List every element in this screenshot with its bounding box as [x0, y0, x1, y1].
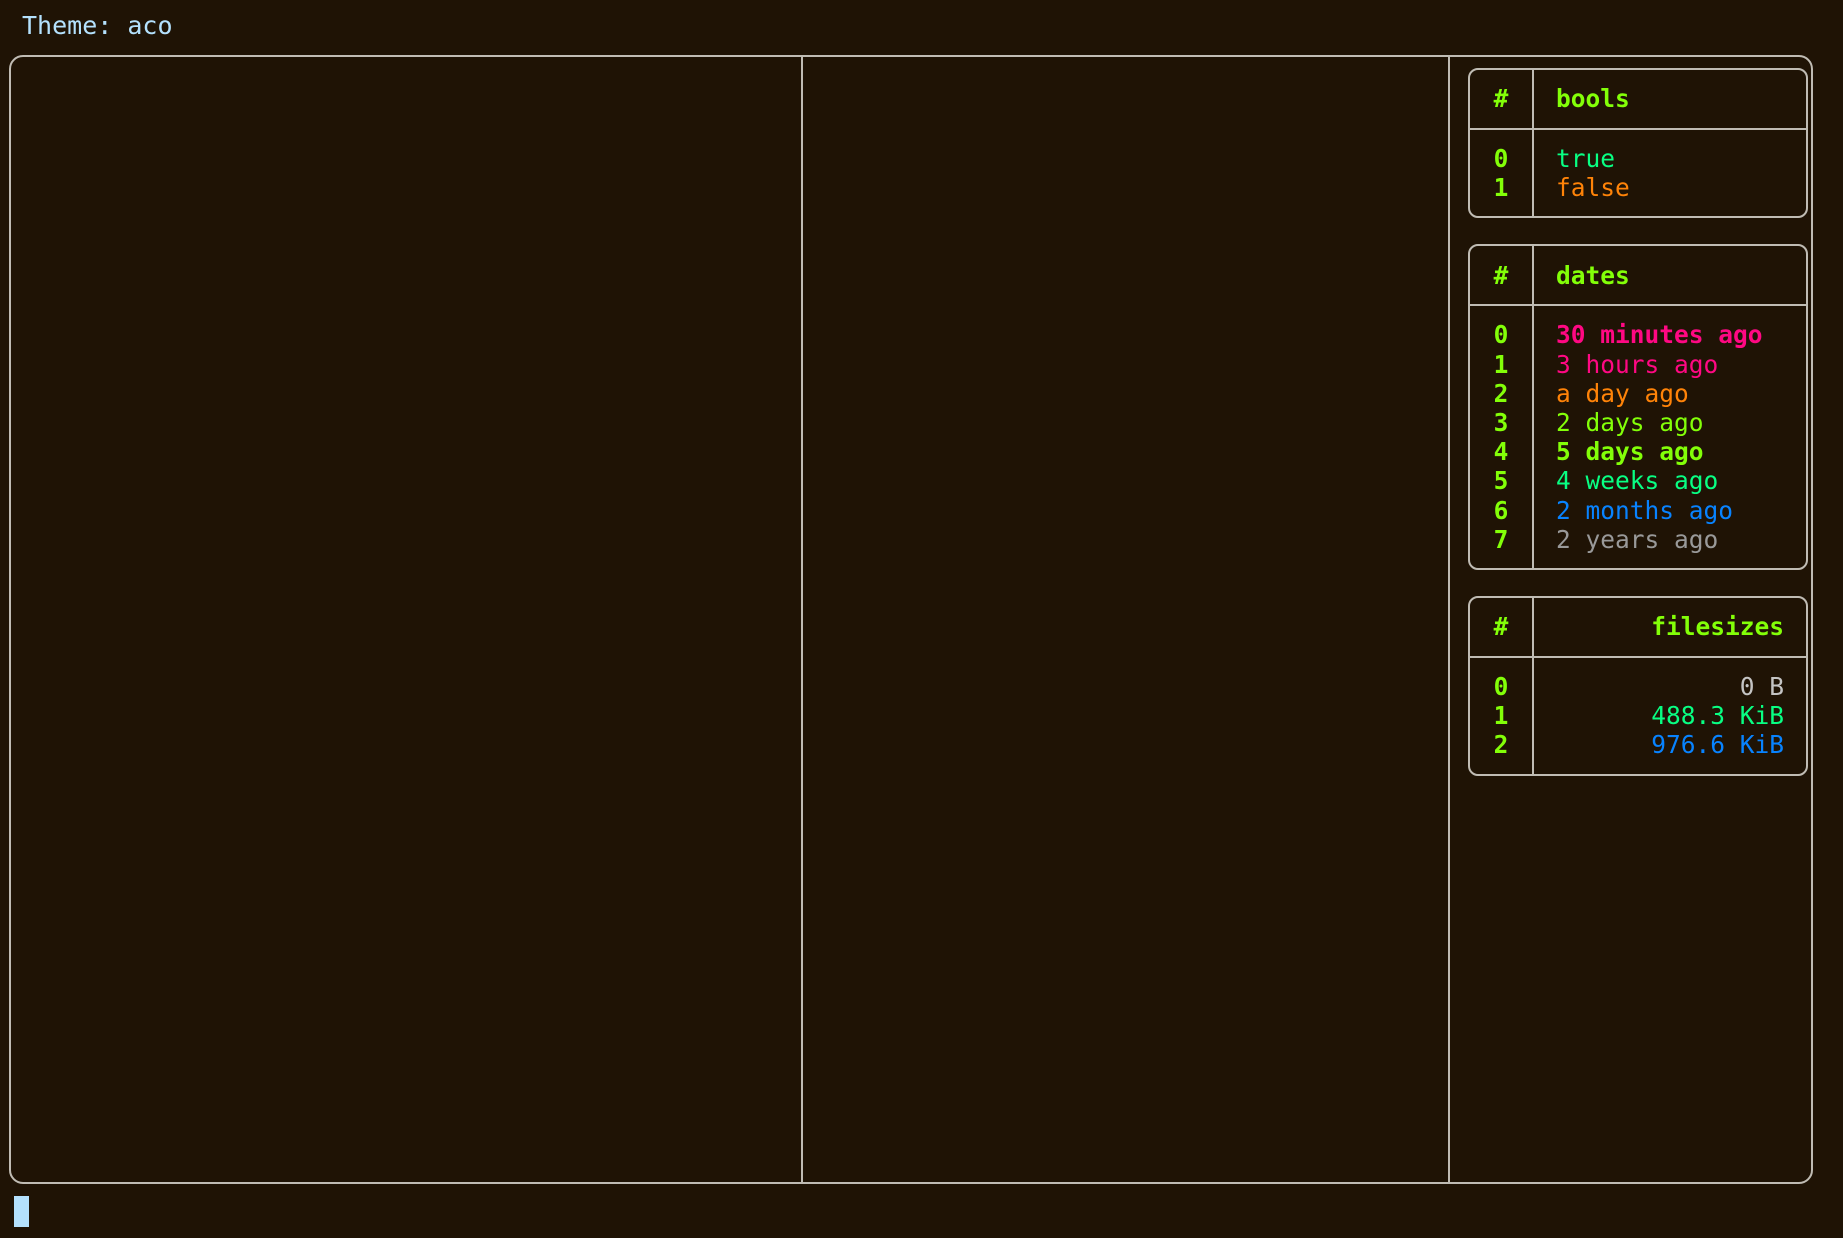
- row-value: 976.6 KiB: [1651, 730, 1784, 760]
- table-row: 5 4 weeks ago: [1470, 466, 1806, 496]
- table-row: 3 2 days ago: [1470, 408, 1806, 438]
- table-row: 0 true: [1470, 129, 1806, 174]
- table-header-row: # bools: [1470, 70, 1806, 130]
- row-value: false: [1556, 173, 1630, 203]
- column-header: dates: [1533, 246, 1806, 307]
- row-index: 6: [1470, 495, 1534, 525]
- types-column: [818, 68, 1428, 156]
- row-index: 1: [1470, 701, 1534, 731]
- column-separator-right: [1448, 57, 1450, 1182]
- table-row: 1 488.3 KiB: [1470, 701, 1806, 731]
- row-index: 2: [1470, 378, 1534, 409]
- row-value: 2 years ago: [1556, 524, 1719, 554]
- row-value: a day ago: [1556, 378, 1689, 408]
- column-header: #: [1470, 246, 1534, 307]
- column-header: filesizes: [1533, 598, 1806, 659]
- table-row: 6 2 months ago: [1470, 495, 1806, 525]
- row-value: 2 days ago: [1556, 408, 1704, 438]
- column-header: bools: [1533, 70, 1806, 130]
- row-index: 0: [1470, 305, 1534, 350]
- row-value: 4 weeks ago: [1556, 466, 1719, 496]
- table-row: 7 2 years ago: [1470, 524, 1806, 569]
- terminal-screen: Theme: aco # bools 0 true 1 false # dates 0 30 mi…: [0, 0, 1843, 1238]
- table-header-row: # dates: [1470, 246, 1806, 307]
- table-header-row: # filesizes: [1470, 598, 1806, 659]
- row-value: true: [1556, 144, 1616, 173]
- table-row: 2 a day ago: [1470, 378, 1806, 409]
- row-value: 3 hours ago: [1556, 349, 1719, 379]
- table-row: 1 3 hours ago: [1470, 349, 1806, 379]
- row-index: 0: [1470, 129, 1534, 174]
- table-row: 0 30 minutes ago: [1470, 305, 1806, 350]
- row-index: 5: [1470, 466, 1534, 496]
- table-row: 2 976.6 KiB: [1470, 730, 1806, 774]
- column-header: #: [1470, 598, 1534, 659]
- row-index: 7: [1470, 524, 1534, 569]
- row-value: 5 days ago: [1556, 437, 1704, 467]
- table-bools: # bools 0 true 1 false: [1468, 68, 1808, 219]
- table-row: 0 0 B: [1470, 657, 1806, 702]
- column-separator-left: [801, 57, 803, 1182]
- row-index: 4: [1470, 437, 1534, 467]
- table-dates: # dates 0 30 minutes ago 1 3 hours ago 2 a day …: [1468, 244, 1808, 571]
- row-value: 0 B: [1739, 672, 1784, 702]
- table-row: 4 5 days ago: [1470, 437, 1806, 467]
- table-filesizes: # filesizes 0 0 B 1 488.3 KiB 2 976.6 KiB: [1468, 596, 1808, 776]
- table-row: 1 false: [1470, 173, 1806, 217]
- row-index: 1: [1470, 173, 1534, 217]
- column-header: #: [1470, 70, 1534, 130]
- row-index: 0: [1470, 657, 1534, 702]
- page-title: Theme: aco: [22, 11, 173, 40]
- row-value: 30 minutes ago: [1556, 320, 1763, 350]
- row-index: 2: [1470, 730, 1534, 774]
- row-value: 488.3 KiB: [1651, 701, 1784, 731]
- terminal-cursor: [14, 1196, 29, 1227]
- row-value: 2 months ago: [1556, 495, 1734, 525]
- column-gap: [818, 68, 1428, 156]
- row-index: 1: [1470, 349, 1534, 379]
- tables-column: # bools 0 true 1 false # dates 0 30 minutes ago 1 3…: [1468, 68, 1808, 802]
- row-index: 3: [1470, 408, 1534, 438]
